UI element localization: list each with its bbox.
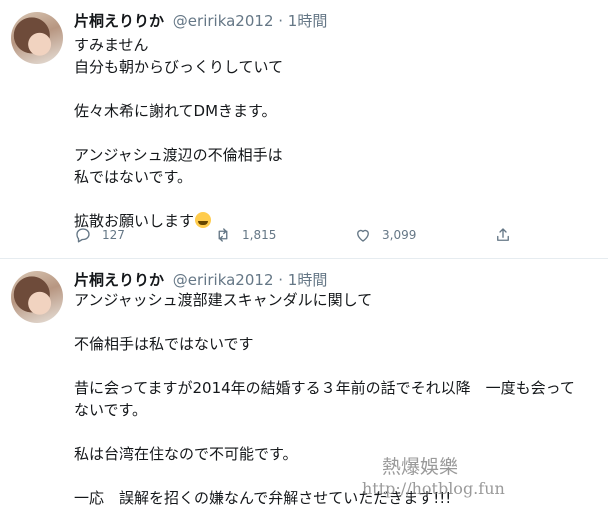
reply-icon — [76, 228, 90, 243]
retweet-count: 1,815 — [242, 228, 277, 242]
retweet-button[interactable]: 1,815 — [214, 226, 276, 244]
handle-time[interactable]: @eririka2012 · 1時間 — [173, 271, 328, 289]
share-button[interactable] — [494, 226, 512, 244]
like-button[interactable]: 3,099 — [354, 226, 416, 244]
tweet-line: 自分も朝からびっくりしていて — [74, 58, 284, 76]
tweet-line: 佐々木希に謝れてDMきます。 — [74, 102, 277, 120]
tweet-line: ないです。 — [74, 401, 148, 419]
tweet-line: アンジャッシュ渡部建スキャンダルに関して — [74, 291, 373, 309]
tweet-line: アンジャシュ渡辺の不倫相手は — [74, 146, 283, 164]
tweet-line: 私ではないです。 — [74, 168, 193, 186]
retweet-icon — [218, 228, 228, 242]
tweet-header: 片桐えりりか @eririka2012 · 1時間 — [74, 10, 327, 31]
watermark-site-name: 熱爆娛樂 — [382, 456, 459, 478]
display-name[interactable]: 片桐えりりか — [74, 12, 164, 30]
share-icon — [497, 228, 509, 241]
like-count: 3,099 — [382, 228, 417, 242]
watermark: 熱爆娛樂 http://hotblog.fun — [362, 456, 602, 500]
tweet-text: すみません 自分も朝からびっくりしていて 佐々木希に謝れてDMきます。 アンジャ… — [74, 34, 594, 232]
tweet-line: 不倫相手は私ではないです — [74, 335, 254, 353]
handle-time[interactable]: @eririka2012 · 1時間 — [173, 12, 328, 30]
like-icon — [357, 229, 369, 242]
tweet-actions: 127 1,815 3,099 — [74, 226, 534, 250]
tweet-header: 片桐えりりか @eririka2012 · 1時間 — [74, 269, 327, 290]
tweet-line: すみません — [74, 36, 149, 54]
tweet-1[interactable]: 片桐えりりか @eririka2012 · 1時間 すみません 自分も朝からびっ… — [0, 0, 608, 259]
avatar[interactable] — [11, 271, 63, 323]
display-name[interactable]: 片桐えりりか — [74, 271, 164, 289]
watermark-url: http://hotblog.fun — [362, 479, 505, 498]
avatar[interactable] — [11, 12, 63, 64]
reply-button[interactable]: 127 — [74, 226, 125, 244]
reply-count: 127 — [102, 228, 125, 242]
tweet-line: 昔に会ってますが2014年の結婚する３年前の話でそれ以降 一度も会って — [74, 379, 575, 397]
